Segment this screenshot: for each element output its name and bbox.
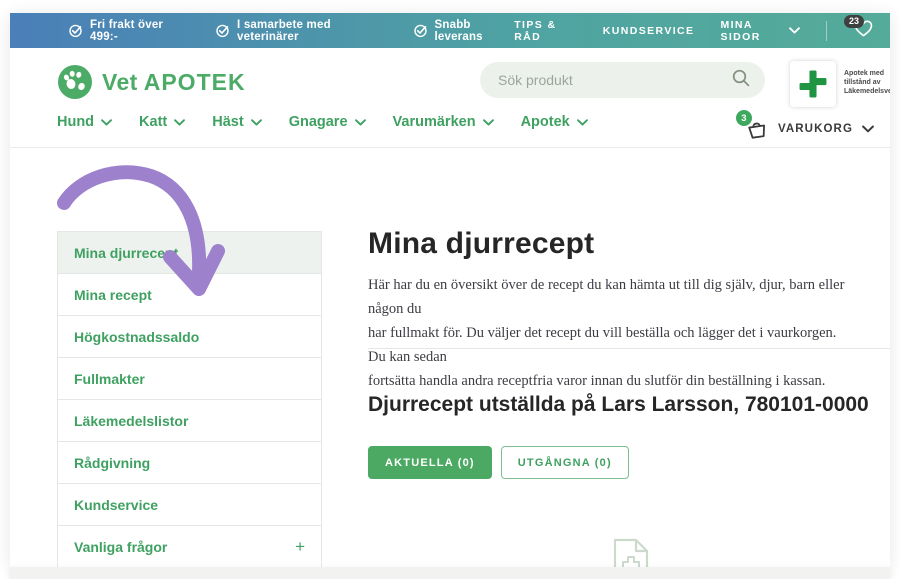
divider [826,21,827,41]
expand-plus-icon[interactable]: + [295,537,305,557]
pharmacy-cross-icon [790,61,836,107]
logo-wordmark: VetAPOTEK [102,69,246,96]
benefit-vet-partnership: I samarbete med veterinärer [215,19,382,43]
sidebar-item-vanliga-fragor[interactable]: Vanliga frågor + [58,526,321,567]
vetapotek-logo[interactable]: VetAPOTEK [57,64,246,100]
nav-item-apotek[interactable]: Apotek [521,114,588,130]
benefit-fast-delivery: Snabb leverans [413,19,515,43]
sidebar-item-label: Högkostnadssaldo [74,329,199,345]
sidebar-item-label: Fullmakter [74,371,145,387]
cart-label: VARUKORG [778,123,853,135]
toplink-kundservice[interactable]: KUNDSERVICE [603,25,695,37]
sidebar-item-radgivning[interactable]: Rådgivning [58,442,321,484]
sidebar-item-fullmakter[interactable]: Fullmakter [58,358,321,400]
sidebar-item-label: Rådgivning [74,455,150,471]
nav-item-katt[interactable]: Katt [139,114,185,130]
screenshot-stage: Fri frakt över 499:- I samarbete med vet… [0,0,900,579]
nav-label: Varumärken [393,114,476,130]
nav-label: Gnagare [289,114,348,130]
page-title: Mina djurrecept [368,227,594,261]
sidebar-item-mina-djurrecept[interactable]: Mina djurrecept [58,232,321,274]
check-circle-icon [413,23,428,38]
benefit-label: Fri frakt över 499:- [90,19,185,43]
nav-label: Katt [139,114,167,130]
cart-count-badge: 3 [736,110,752,126]
check-circle-icon [68,23,83,38]
toplink-label: KUNDSERVICE [603,25,695,37]
benefit-free-shipping: Fri frakt över 499:- [68,19,185,43]
account-sidebar: Mina djurrecept Mina recept Högkostnadss… [57,231,322,567]
header: VetAPOTEK Apotek med tillstånd av Läkeme… [10,48,890,148]
page-fold-strip [10,567,890,579]
nav-label: Apotek [521,114,570,130]
sidebar-item-label: Läkemedelslistor [74,413,188,429]
chevron-down-icon [355,119,366,126]
sidebar-item-label: Mina djurrecept [74,245,178,261]
empty-prescription-icon [610,537,652,567]
sidebar-item-label: Mina recept [74,287,152,303]
chevron-down-icon [251,119,262,126]
toplink-tips-rad[interactable]: TIPS & RÅD [514,19,577,43]
toplink-label: TIPS & RÅD [514,19,577,43]
logo-word-vet: Vet [102,69,138,95]
nav-label: Hund [57,114,94,130]
chevron-down-icon [577,119,588,126]
sidebar-item-label: Kundservice [74,497,158,513]
top-bar-menu: TIPS & RÅD KUNDSERVICE MINA SIDOR 23 [514,19,876,43]
toplink-mina-sidor[interactable]: MINA SIDOR [720,19,800,43]
main-nav: Hund Katt Häst Gnagare Varumärken [57,114,588,130]
divider [368,348,890,349]
sidebar-item-mina-recept[interactable]: Mina recept [58,274,321,316]
sidebar-item-kundservice[interactable]: Kundservice [58,484,321,526]
chevron-down-icon [862,125,874,133]
chevron-down-icon [101,119,112,126]
nav-item-hund[interactable]: Hund [57,114,112,130]
tab-aktuella[interactable]: AKTUELLA (0) [368,446,492,479]
nav-item-gnagare[interactable]: Gnagare [289,114,366,130]
check-circle-icon [215,23,230,38]
tab-utgangna[interactable]: UTGÅNGNA (0) [501,446,629,479]
nav-item-hast[interactable]: Häst [212,114,261,130]
benefit-list: Fri frakt över 499:- I samarbete med vet… [68,19,514,43]
section-title: Djurrecept utställda på Lars Larsson, 78… [368,393,869,417]
chevron-down-icon [789,25,800,37]
toplink-label: MINA SIDOR [720,19,783,43]
nav-label: Häst [212,114,243,130]
cart-button[interactable]: 3 VARUKORG [745,117,874,141]
pharmacy-license-text: Apotek med tillstånd av Läkemedelsverket [844,61,890,96]
basket-icon: 3 [745,117,769,141]
search-bar [480,62,765,98]
chevron-down-icon [483,119,494,126]
search-icon[interactable] [731,68,751,93]
sidebar-item-label: Vanliga frågor [74,539,167,555]
benefit-label: Snabb leverans [435,19,515,43]
paw-logo-icon [57,64,93,100]
nav-item-varumarken[interactable]: Varumärken [393,114,494,130]
top-bar: Fri frakt över 499:- I samarbete med vet… [10,13,890,48]
sidebar-item-lakemedelslistor[interactable]: Läkemedelslistor [58,400,321,442]
sidebar-item-hogkostnadssaldo[interactable]: Högkostnadssaldo [58,316,321,358]
intro-paragraph: Här har du en översikt över de recept du… [368,273,848,393]
logo-word-apotek: APOTEK [144,69,246,95]
search-input[interactable] [498,72,731,88]
page: Fri frakt över 499:- I samarbete med vet… [10,13,890,567]
favorites-button[interactable]: 23 [853,19,876,43]
chevron-down-icon [174,119,185,126]
prescription-tabs: AKTUELLA (0) UTGÅNGNA (0) [368,446,629,479]
pharmacy-license-badge: Apotek med tillstånd av Läkemedelsverket [790,61,890,107]
favorites-count-badge: 23 [844,15,864,28]
benefit-label: I samarbete med veterinärer [237,19,382,43]
